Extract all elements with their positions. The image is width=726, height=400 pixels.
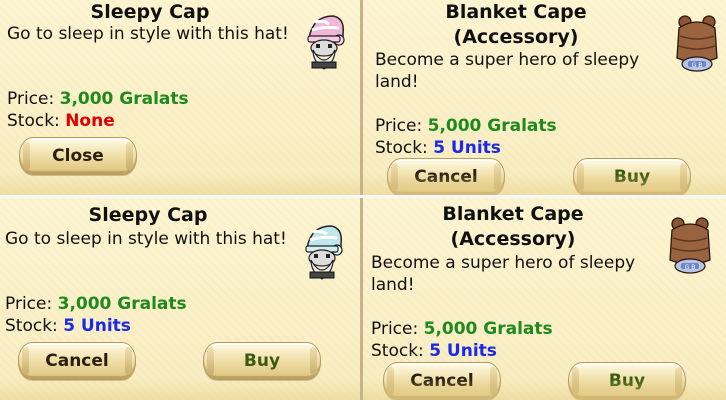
stock-label: Stock: <box>375 138 434 158</box>
shop-dialog-sleepy-cap-sold-out: Sleepy Cap Go to sleep in style with thi… <box>0 0 360 195</box>
price-label: Price: <box>371 319 424 339</box>
sleepy-cap-character-icon <box>305 225 343 280</box>
item-description: Become a super hero of sleepy land! <box>375 50 640 92</box>
svg-text:G B: G B <box>685 264 696 271</box>
blanket-cape-icon: G B <box>676 15 718 72</box>
close-button[interactable]: Close <box>19 137 137 175</box>
stock-value: 5 Units <box>429 341 497 361</box>
cancel-button[interactable]: Cancel <box>18 342 136 380</box>
stock-line: Stock: 5 Units <box>375 137 501 159</box>
sleepy-cap-character-icon <box>307 15 345 70</box>
price-value: 3,000 Gralats <box>59 89 189 109</box>
item-title: Sleepy Cap <box>88 204 208 226</box>
item-title-line-1: Blanket Cape <box>445 1 587 23</box>
buy-button[interactable]: Buy <box>203 342 321 380</box>
price-line: Price: 3,000 Gralats <box>5 293 187 315</box>
shop-dialog-blanket-cape: Blanket Cape (Accessory) Become a super … <box>363 0 726 195</box>
stock-value: 5 Units <box>63 316 131 336</box>
item-title-line-2: (Accessory) <box>450 228 576 250</box>
price-label: Price: <box>7 89 60 109</box>
price-label: Price: <box>375 116 428 136</box>
price-value: 5,000 Gralats <box>423 319 553 339</box>
shop-dialog-sleepy-cap: Sleepy Cap Go to sleep in style with thi… <box>0 198 360 400</box>
stock-line: Stock: 5 Units <box>371 340 497 362</box>
buy-button[interactable]: Buy <box>573 158 691 195</box>
shop-dialog-blanket-cape: Blanket Cape (Accessory) Become a super … <box>363 198 726 400</box>
price-value: 5,000 Gralats <box>427 116 557 136</box>
stock-line: Stock: 5 Units <box>5 315 131 337</box>
price-line: Price: 5,000 Gralats <box>375 115 557 137</box>
price-value: 3,000 Gralats <box>57 294 187 314</box>
item-title: Sleepy Cap <box>90 1 210 23</box>
stock-value: 5 Units <box>433 138 501 158</box>
cancel-button[interactable]: Cancel <box>387 158 505 195</box>
cancel-button[interactable]: Cancel <box>383 362 501 400</box>
svg-text:G B: G B <box>692 62 703 69</box>
buy-button[interactable]: Buy <box>568 362 686 400</box>
stock-value: None <box>65 111 115 131</box>
item-title-line-1: Blanket Cape <box>442 203 584 225</box>
vertical-divider <box>360 0 363 400</box>
stock-label: Stock: <box>7 111 66 131</box>
horizontal-divider <box>0 195 726 198</box>
price-line: Price: 5,000 Gralats <box>371 318 553 340</box>
price-line: Price: 3,000 Gralats <box>7 88 189 110</box>
stock-label: Stock: <box>5 316 64 336</box>
stock-label: Stock: <box>371 341 430 361</box>
stock-line: Stock: None <box>7 110 115 132</box>
item-description: Become a super hero of sleepy land! <box>371 253 636 295</box>
item-title-line-2: (Accessory) <box>453 26 579 48</box>
price-label: Price: <box>5 294 58 314</box>
item-description: Go to sleep in style with this hat! <box>5 229 287 249</box>
blanket-cape-icon: G B <box>669 217 711 274</box>
item-description: Go to sleep in style with this hat! <box>7 24 289 44</box>
